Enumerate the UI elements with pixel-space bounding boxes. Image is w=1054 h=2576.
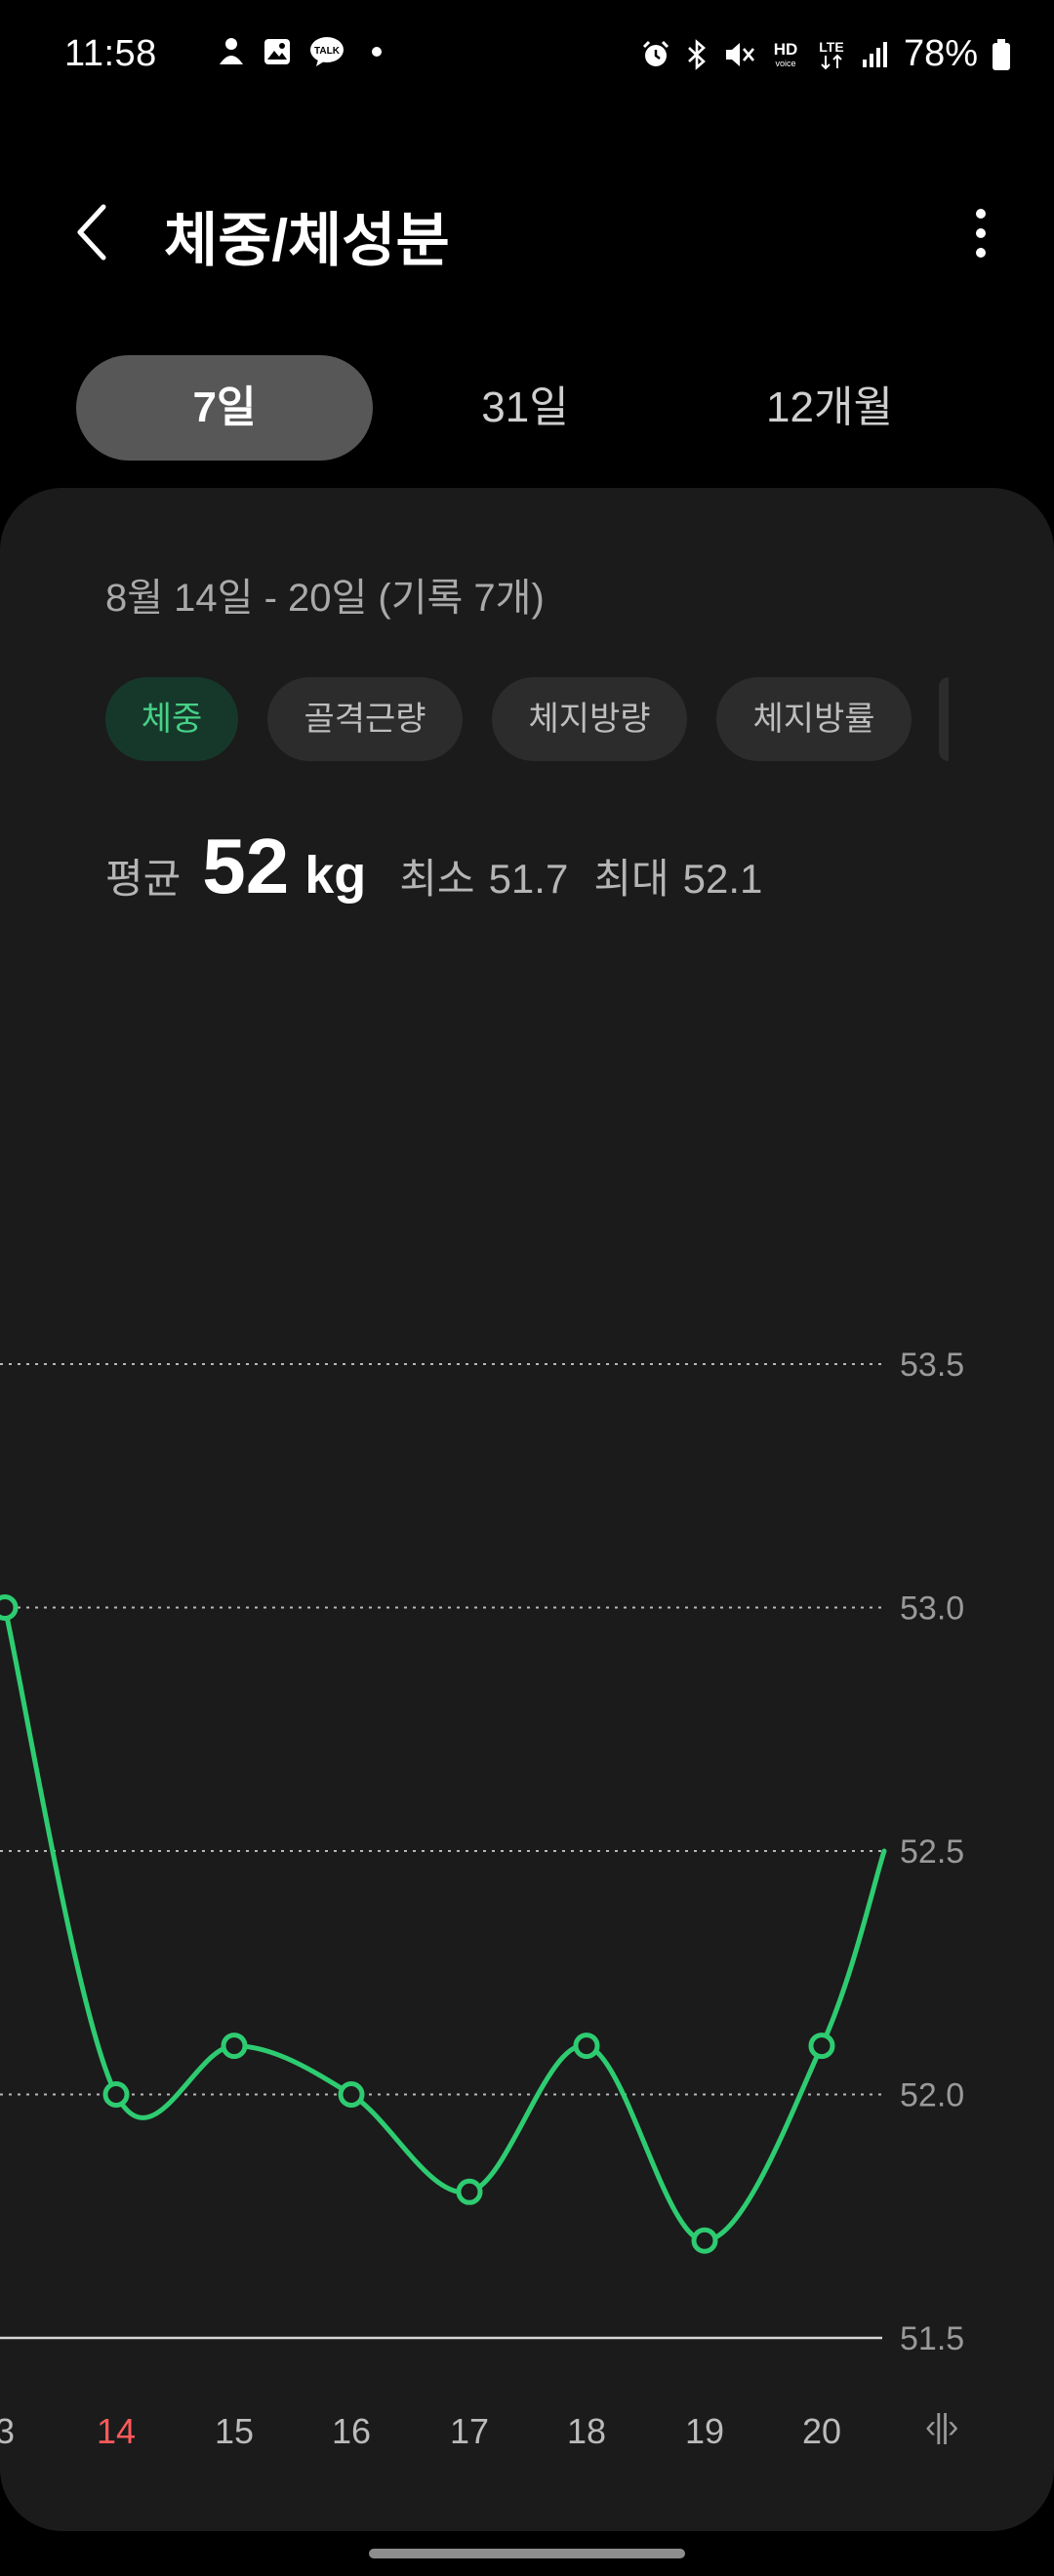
- max-label: 최대: [593, 856, 669, 902]
- kakaotalk-icon: TALK: [310, 37, 344, 66]
- min-label: 최소: [399, 856, 475, 902]
- chip-body-fat-percent[interactable]: 체지방률: [716, 677, 912, 761]
- svg-text:HD: HD: [774, 40, 798, 59]
- chip-weight[interactable]: 체중: [105, 677, 238, 761]
- weight-chart-card: [0, 488, 1054, 2531]
- min-value: 51.7: [488, 856, 569, 902]
- hd-voice-icon: HDvoice: [774, 40, 798, 68]
- svg-text:LTE: LTE: [819, 39, 843, 55]
- more-options-icon[interactable]: [966, 201, 995, 265]
- weight-unit: kg: [304, 846, 367, 905]
- battery-icon: [993, 38, 1010, 70]
- tab-31-days[interactable]: 31일: [377, 355, 673, 461]
- chip-skeletal-muscle[interactable]: 골격근량: [267, 677, 463, 761]
- weight-stats: 평균 52 kg 최소 51.7 최대 52.1: [105, 822, 762, 919]
- battery-percent: 78%: [903, 33, 978, 74]
- gallery-icon: [264, 39, 290, 64]
- alarm-icon: [642, 40, 669, 66]
- status-time: 11:58: [64, 33, 157, 74]
- chip-body-fat-mass[interactable]: 체지방량: [492, 677, 687, 761]
- page-title: 체중/체성분: [164, 208, 450, 273]
- average-value: 52: [202, 823, 290, 909]
- max-value: 52.1: [682, 856, 763, 902]
- average-label: 평균: [105, 856, 182, 902]
- signal-icon: [862, 41, 887, 67]
- svg-text:TALK: TALK: [314, 46, 341, 57]
- tab-12-months[interactable]: 12개월: [681, 355, 978, 461]
- mute-icon: [725, 42, 754, 66]
- dot-icon: [372, 47, 382, 57]
- tab-7-days[interactable]: 7일: [76, 355, 373, 461]
- svg-text:voice: voice: [775, 59, 795, 68]
- chart-scroll-handle[interactable]: ‹||›: [925, 2408, 958, 2446]
- notification-icons: TALK: [217, 35, 386, 68]
- status-bar: 11:58 TALK HD voice LTE 78%: [0, 0, 1054, 112]
- lte-icon: LTE: [819, 39, 844, 69]
- system-icons: HD voice LTE 78%: [640, 33, 1011, 75]
- back-icon[interactable]: [66, 197, 119, 267]
- date-range: 8월 14일 - 20일 (기록 7개): [105, 577, 545, 620]
- home-indicator: [369, 2549, 685, 2558]
- bluetooth-icon: [688, 38, 706, 70]
- emoji-status-icon: [220, 38, 243, 64]
- chip-more-partial[interactable]: [939, 677, 949, 761]
